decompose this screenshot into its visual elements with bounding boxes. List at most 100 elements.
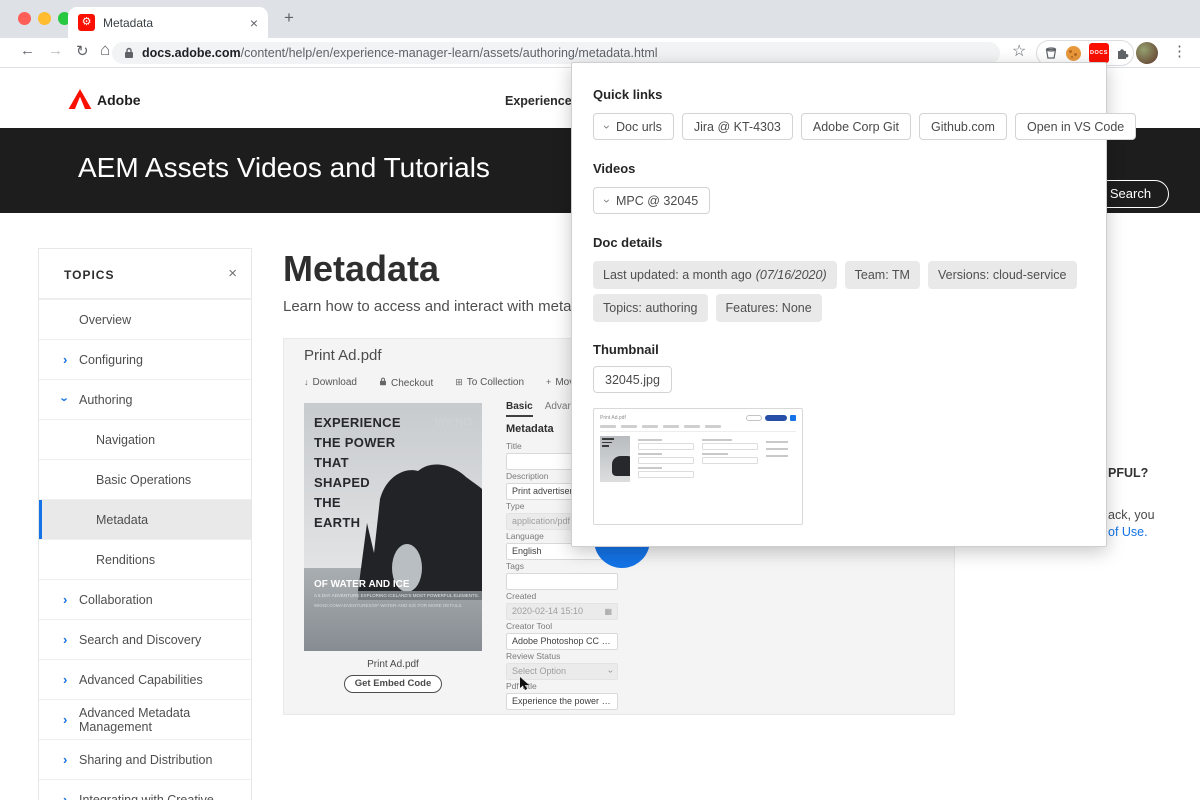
poster-subline2: WKND.COM/ADVENTURES/OF-WATER-AND-ICE FOR… [314, 603, 463, 608]
mini-poster-image [600, 436, 630, 482]
open-in-vs-code-button[interactable]: Open in VS Code [1015, 113, 1136, 140]
features-badge: Features: None [716, 294, 822, 322]
chevron-right-icon: › [63, 792, 67, 800]
browser-tab[interactable]: ⚙ Metadata × [68, 7, 268, 38]
docs-extension-icon[interactable]: DOCS [1089, 43, 1109, 63]
mouse-cursor-icon [520, 677, 530, 691]
tab-title: Metadata [103, 16, 250, 30]
mini-action-button [790, 415, 796, 421]
url-path: /content/help/en/experience-manager-lear… [241, 46, 658, 60]
doc-details-heading: Doc details [593, 235, 662, 250]
thumbnail-heading: Thumbnail [593, 342, 659, 357]
bookmark-star-icon[interactable]: ☆ [1012, 41, 1026, 61]
mini-save-button [765, 415, 787, 421]
page-title: Metadata [283, 248, 439, 290]
banner-title: AEM Assets Videos and Tutorials [78, 152, 490, 184]
asset-caption: Print Ad.pdf [304, 659, 482, 670]
videos-row: ›MPC @ 32045 [593, 187, 710, 214]
chevron-right-icon: › [63, 752, 67, 767]
jira-link-button[interactable]: Jira @ KT-4303 [682, 113, 793, 140]
sidebar-item-basic-operations[interactable]: Basic Operations [39, 459, 251, 499]
helpful-heading-fragment: PFUL? [1108, 466, 1148, 480]
mini-form-col-2 [702, 436, 758, 482]
poster-brand: WKND [435, 415, 472, 429]
mpc-video-dropdown[interactable]: ›MPC @ 32045 [593, 187, 710, 214]
chevron-right-icon: › [63, 632, 67, 647]
poster-headline: EXPERIENCE THE POWER THAT SHAPED THE EAR… [314, 413, 401, 533]
cookie-extension-icon[interactable] [1066, 46, 1081, 61]
tab-close-icon[interactable]: × [250, 15, 258, 31]
sidebar-item-advanced-metadata-management[interactable]: ›Advanced Metadata Management [39, 699, 251, 739]
quick-links-row: ›Doc urls Jira @ KT-4303 Adobe Corp Git … [593, 113, 1136, 140]
thumbnail-preview-title: Print Ad.pdf [600, 415, 626, 421]
field-review-status: Review Status Select Option› [506, 651, 618, 680]
select-chevron-icon: › [603, 670, 618, 673]
browser-menu-icon[interactable]: ⋮ [1172, 42, 1187, 60]
adobe-logo-text: Adobe [97, 92, 141, 108]
profile-avatar[interactable] [1136, 42, 1158, 64]
bucket-extension-icon[interactable] [1044, 46, 1058, 60]
sidebar-item-collaboration[interactable]: ›Collaboration [39, 579, 251, 619]
videos-heading: Videos [593, 161, 635, 176]
chevron-right-icon: › [63, 712, 67, 727]
metadata-form-heading: Metadata [506, 423, 554, 435]
sidebar-item-navigation[interactable]: Navigation [39, 419, 251, 459]
github-button[interactable]: Github.com [919, 113, 1007, 140]
sidebar-title: TOPICS [64, 268, 114, 282]
doc-urls-dropdown[interactable]: ›Doc urls [593, 113, 674, 140]
thumbnail-row: 32045.jpg [593, 366, 672, 393]
mini-toolbar [600, 425, 796, 432]
chevron-down-icon: › [58, 397, 73, 401]
sidebar-close-icon[interactable]: × [228, 265, 237, 282]
topics-badge: Topics: authoring [593, 294, 708, 322]
forward-icon[interactable]: → [48, 42, 63, 59]
poster-tagline: OF WATER AND ICE [314, 579, 410, 590]
adobe-corp-git-button[interactable]: Adobe Corp Git [801, 113, 911, 140]
new-tab-button[interactable]: + [284, 8, 294, 28]
sidebar-item-metadata-selected[interactable]: Metadata [39, 499, 251, 539]
adobe-logo-icon [68, 89, 92, 109]
versions-badge: Versions: cloud-service [928, 261, 1077, 289]
browser-tab-strip: ⚙ Metadata × + [0, 0, 1200, 38]
address-bar[interactable]: docs.adobe.com/content/help/en/experienc… [112, 42, 1000, 64]
move-icon: + [546, 377, 551, 387]
window-minimize-button[interactable] [38, 12, 51, 25]
asset-title: Print Ad.pdf [304, 347, 382, 364]
tab-favicon-icon: ⚙ [78, 14, 95, 31]
feedback-text-fragment: ack, you [1108, 508, 1155, 522]
calendar-icon: ▦ [604, 604, 612, 619]
mini-form-col-1 [638, 436, 694, 482]
sidebar-item-authoring[interactable]: ›Authoring [39, 379, 251, 419]
sidebar-item-overview[interactable]: Overview [39, 299, 251, 339]
dropdown-chevron-icon: › [600, 125, 614, 129]
wknd-poster-image: EXPERIENCE THE POWER THAT SHAPED THE EAR… [304, 403, 482, 651]
tab-basic: Basic [506, 401, 533, 417]
mini-cancel-button [746, 415, 762, 421]
terms-of-use-link-fragment[interactable]: of Use. [1108, 525, 1148, 539]
doc-details-row-1: Last updated: a month ago(07/16/2020) Te… [593, 261, 1077, 289]
poster-subline1: A 5 DAY ADVENTURE EXPLORING ICELAND'S MO… [314, 593, 479, 598]
home-icon[interactable]: ⌂ [100, 40, 110, 60]
thumbnail-filename-button[interactable]: 32045.jpg [593, 366, 672, 393]
sidebar-item-renditions[interactable]: Renditions [39, 539, 251, 579]
doc-details-row-2: Topics: authoring Features: None [593, 294, 822, 322]
chevron-right-icon: › [63, 352, 67, 367]
sidebar-item-search-and-discovery[interactable]: ›Search and Discovery [39, 619, 251, 659]
back-icon[interactable]: ← [20, 42, 35, 59]
topics-sidebar: TOPICS × Overview ›Configuring ›Authorin… [38, 248, 252, 800]
sidebar-item-advanced-capabilities[interactable]: ›Advanced Capabilities [39, 659, 251, 699]
sidebar-item-integrating-with-creative[interactable]: ›Integrating with Creative [39, 779, 251, 800]
field-created: Created 2020-02-14 15:10▦ [506, 591, 618, 620]
collection-icon: ⊞ [455, 377, 463, 387]
field-creator-tool: Creator Tool Adobe Photoshop CC (Macinto… [506, 621, 618, 650]
sidebar-item-configuring[interactable]: ›Configuring [39, 339, 251, 379]
sidebar-item-sharing-and-distribution[interactable]: ›Sharing and Distribution [39, 739, 251, 779]
window-close-button[interactable] [18, 12, 31, 25]
quick-links-heading: Quick links [593, 87, 662, 102]
toolbar-item-checkout: Checkout [379, 377, 433, 389]
sidebar-header: TOPICS × [39, 249, 251, 299]
download-icon: ↓ [304, 377, 309, 387]
puzzle-extensions-icon[interactable] [1115, 46, 1129, 60]
docs-extension-popup: Quick links ›Doc urls Jira @ KT-4303 Ado… [571, 62, 1107, 547]
reload-icon[interactable]: ↻ [76, 42, 89, 60]
